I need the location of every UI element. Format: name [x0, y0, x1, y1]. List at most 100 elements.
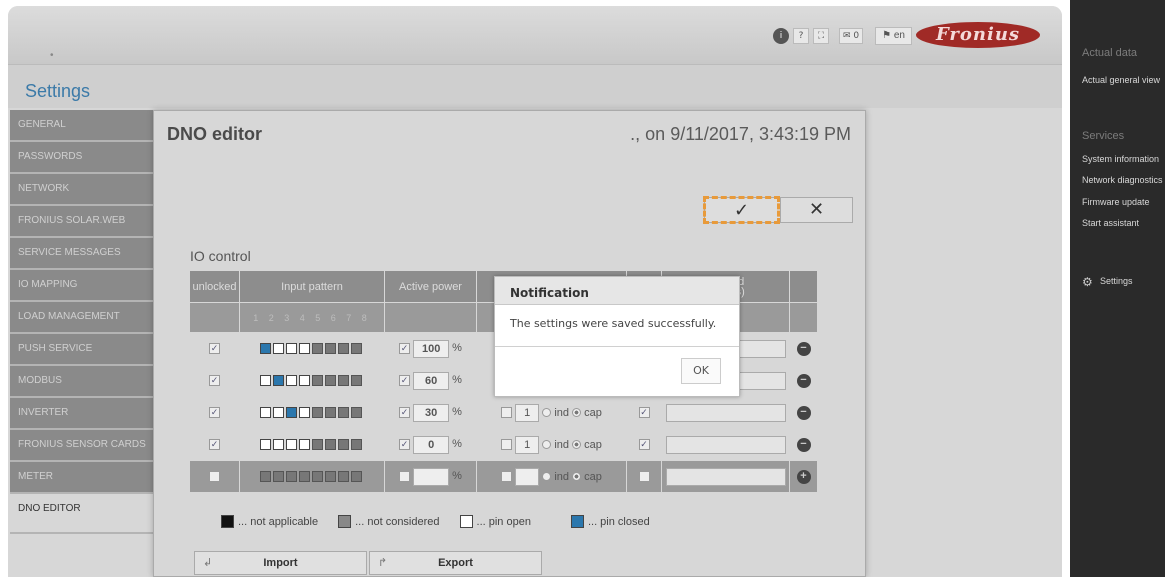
- sidebar-item-service-messages[interactable]: SERVICE MESSAGES: [10, 238, 162, 270]
- pin-not-considered-icon[interactable]: [351, 471, 362, 483]
- pin-open-icon[interactable]: [286, 439, 297, 451]
- pin-not-considered-icon[interactable]: [286, 471, 297, 483]
- sidebar-item-dno-editor[interactable]: DNO EDITOR: [10, 494, 162, 534]
- pin-open-icon[interactable]: [299, 439, 310, 451]
- sidebar-item-general[interactable]: GENERAL: [10, 110, 162, 142]
- import-button[interactable]: ↲ Import: [194, 551, 367, 575]
- pin-not-considered-icon[interactable]: [351, 375, 362, 387]
- pin-open-icon[interactable]: [273, 407, 284, 419]
- pin-open-icon[interactable]: [286, 375, 297, 387]
- pin-not-considered-icon[interactable]: [312, 471, 323, 483]
- remove-row-icon[interactable]: −: [796, 341, 811, 356]
- pf-checkbox[interactable]: [501, 439, 513, 450]
- network-diagnostics-link[interactable]: Network diagnostics: [1082, 175, 1163, 185]
- pin-closed-icon[interactable]: [273, 375, 284, 387]
- pin-open-icon[interactable]: [299, 375, 310, 387]
- power-input[interactable]: 60: [413, 371, 450, 390]
- pin-not-considered-icon[interactable]: [325, 471, 336, 483]
- pin-not-considered-icon[interactable]: [312, 439, 323, 451]
- power-input[interactable]: [413, 467, 450, 486]
- help-icon[interactable]: ?: [792, 28, 809, 44]
- partial-input[interactable]: [665, 467, 786, 486]
- pf-checkbox[interactable]: [501, 407, 513, 418]
- pin-not-considered-icon[interactable]: [325, 439, 336, 451]
- pin-not-considered-icon[interactable]: [312, 343, 323, 355]
- actual-general-view-link[interactable]: Actual general view: [1082, 75, 1160, 85]
- power-input[interactable]: 30: [413, 403, 450, 422]
- pin-not-considered-icon[interactable]: [260, 471, 271, 483]
- partial-input[interactable]: [665, 435, 786, 454]
- pin-not-considered-icon[interactable]: [338, 343, 349, 355]
- sidebar-item-io-mapping[interactable]: IO MAPPING: [10, 270, 162, 302]
- language-button[interactable]: ⚑ en: [875, 27, 912, 45]
- ind-radio[interactable]: [542, 440, 552, 449]
- pin-open-icon[interactable]: [299, 407, 310, 419]
- sidebar-item-network[interactable]: NETWORK: [10, 174, 162, 206]
- remove-row-icon[interactable]: −: [796, 405, 811, 420]
- pin-not-considered-icon[interactable]: [338, 471, 349, 483]
- extra-checkbox[interactable]: ✓: [638, 439, 650, 451]
- power-input[interactable]: 0: [413, 435, 450, 454]
- pf-input[interactable]: [515, 467, 540, 486]
- sidebar-item-modbus[interactable]: MODBUS: [10, 366, 162, 398]
- system-information-link[interactable]: System information: [1082, 154, 1159, 164]
- pin-open-icon[interactable]: [260, 439, 271, 451]
- pin-not-considered-icon[interactable]: [312, 407, 323, 419]
- remove-row-icon[interactable]: −: [796, 373, 811, 388]
- sidebar-item-load-management[interactable]: LOAD MANAGEMENT: [10, 302, 162, 334]
- pf-input[interactable]: 1: [515, 403, 540, 422]
- pin-open-icon[interactable]: [286, 343, 297, 355]
- partial-input[interactable]: [665, 403, 786, 422]
- pin-closed-icon[interactable]: [260, 343, 271, 355]
- unlocked-checkbox[interactable]: [209, 471, 220, 483]
- pf-input[interactable]: 1: [515, 435, 540, 454]
- remove-row-icon[interactable]: −: [796, 437, 811, 452]
- pin-open-icon[interactable]: [299, 343, 310, 355]
- extra-checkbox[interactable]: ✓: [638, 407, 650, 419]
- sidebar-item-sensor-cards[interactable]: FRONIUS SENSOR CARDS: [10, 430, 162, 462]
- pin-not-considered-icon[interactable]: [312, 375, 323, 387]
- pin-not-considered-icon[interactable]: [338, 375, 349, 387]
- cancel-button[interactable]: ✕: [780, 198, 852, 222]
- ok-button[interactable]: OK: [681, 358, 721, 384]
- sidebar-item-passwords[interactable]: PASSWORDS: [10, 142, 162, 174]
- power-input[interactable]: 100: [413, 339, 450, 358]
- add-row-icon[interactable]: +: [796, 469, 811, 484]
- pin-open-icon[interactable]: [260, 375, 271, 387]
- pin-not-considered-icon[interactable]: [325, 375, 336, 387]
- confirm-button[interactable]: ✓: [703, 196, 780, 224]
- pin-not-considered-icon[interactable]: [273, 471, 284, 483]
- sidebar-item-push-service[interactable]: PUSH SERVICE: [10, 334, 162, 366]
- fullscreen-icon[interactable]: ⛶: [812, 28, 829, 44]
- ind-radio[interactable]: [542, 408, 552, 417]
- pin-not-considered-icon[interactable]: [351, 343, 362, 355]
- pin-not-considered-icon[interactable]: [325, 343, 336, 355]
- pin-open-icon[interactable]: [260, 407, 271, 419]
- cap-radio[interactable]: [572, 472, 582, 481]
- power-checkbox[interactable]: ✓: [399, 343, 411, 354]
- unlocked-checkbox[interactable]: ✓: [209, 375, 220, 387]
- cap-radio[interactable]: [572, 408, 582, 417]
- pin-not-considered-icon[interactable]: [351, 407, 362, 419]
- power-checkbox[interactable]: ✓: [399, 439, 411, 450]
- settings-link[interactable]: Settings: [1100, 276, 1133, 286]
- pin-not-considered-icon[interactable]: [338, 407, 349, 419]
- power-checkbox[interactable]: [399, 471, 411, 482]
- pin-open-icon[interactable]: [273, 439, 284, 451]
- pin-not-considered-icon[interactable]: [351, 439, 362, 451]
- pin-closed-icon[interactable]: [286, 407, 297, 419]
- firmware-update-link[interactable]: Firmware update: [1082, 197, 1150, 207]
- sidebar-item-solar-web[interactable]: FRONIUS SOLAR.WEB: [10, 206, 162, 238]
- sidebar-item-inverter[interactable]: INVERTER: [10, 398, 162, 430]
- cap-radio[interactable]: [572, 440, 582, 449]
- extra-checkbox[interactable]: [638, 471, 650, 483]
- unlocked-checkbox[interactable]: ✓: [209, 343, 220, 355]
- pin-open-icon[interactable]: [273, 343, 284, 355]
- mail-icon[interactable]: ✉ 0: [838, 28, 864, 44]
- ind-radio[interactable]: [542, 472, 552, 481]
- pin-not-considered-icon[interactable]: [338, 439, 349, 451]
- pin-not-considered-icon[interactable]: [325, 407, 336, 419]
- power-checkbox[interactable]: ✓: [399, 407, 411, 418]
- start-assistant-link[interactable]: Start assistant: [1082, 218, 1139, 228]
- unlocked-checkbox[interactable]: ✓: [209, 439, 220, 451]
